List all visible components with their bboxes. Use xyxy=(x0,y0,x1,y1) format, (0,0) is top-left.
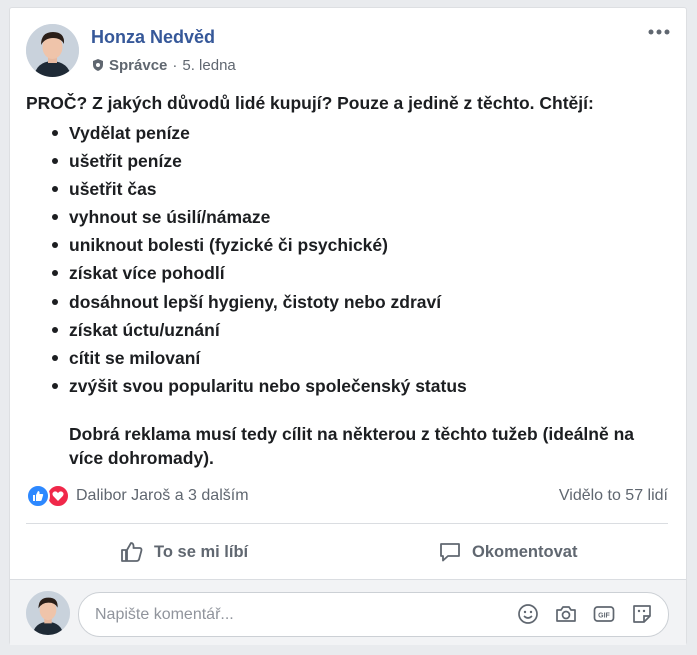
comment-button[interactable]: Okomentovat xyxy=(438,534,577,570)
more-options-button[interactable] xyxy=(646,22,672,42)
reactions-people[interactable]: Dalibor Jaroš a 3 dalším xyxy=(76,487,249,505)
like-icon xyxy=(26,484,50,508)
list-item: uniknout bolesti (fyzické či psychické) xyxy=(52,231,676,259)
comment-composer: GIF xyxy=(10,579,686,645)
gif-icon[interactable]: GIF xyxy=(592,602,616,626)
commenter-avatar[interactable] xyxy=(26,591,70,635)
post-text: PROČ? Z jakých důvodů lidé kupují? Pouze… xyxy=(26,91,676,470)
post-meta: Správce · 5. ledna xyxy=(91,55,236,75)
list-item: získat úctu/uznání xyxy=(52,316,676,344)
comment-input[interactable] xyxy=(95,593,495,636)
author-name[interactable]: Honza Nedvěd xyxy=(91,27,215,48)
camera-icon[interactable] xyxy=(554,602,578,626)
post-date[interactable]: 5. ledna xyxy=(182,57,235,74)
role-label[interactable]: Správce xyxy=(109,57,167,74)
list-item: cítit se milovaní xyxy=(52,344,676,372)
emoji-icon[interactable] xyxy=(516,602,540,626)
reasons-list: Vydělat peníze ušetřit peníze ušetřit ča… xyxy=(26,119,676,400)
sticker-icon[interactable] xyxy=(630,602,654,626)
more-icon xyxy=(648,29,670,35)
shield-icon xyxy=(93,59,103,71)
seen-count[interactable]: Vidělo to 57 lidí xyxy=(559,482,668,510)
comment-tools: GIF xyxy=(516,602,654,626)
comment-icon xyxy=(440,543,460,562)
list-item: získat více pohodlí xyxy=(52,259,676,287)
divider xyxy=(26,523,668,524)
post-intro: PROČ? Z jakých důvodů lidé kupují? Pouze… xyxy=(26,93,594,113)
author-avatar[interactable] xyxy=(26,24,79,77)
post-card: Honza Nedvěd Správce · 5. ledna PROČ? Z … xyxy=(9,7,687,645)
like-button[interactable]: To se mi líbí xyxy=(120,534,248,570)
list-item: Vydělat peníze xyxy=(52,119,676,147)
thumbs-up-icon xyxy=(121,542,143,562)
comment-label: Okomentovat xyxy=(472,542,578,561)
list-item: dosáhnout lepší hygieny, čistoty nebo zd… xyxy=(52,288,676,316)
post-closing: Dobrá reklama musí tedy cílit na některo… xyxy=(69,423,634,468)
list-item: vyhnout se úsilí/námaze xyxy=(52,203,676,231)
list-item: ušetřit čas xyxy=(52,175,676,203)
svg-text:GIF: GIF xyxy=(598,613,610,620)
comment-box: GIF xyxy=(78,592,669,637)
list-item: ušetřit peníze xyxy=(52,147,676,175)
reactions-summary[interactable]: Dalibor Jaroš a 3 dalším xyxy=(26,482,249,510)
like-label: To se mi líbí xyxy=(154,542,249,561)
reaction-icons xyxy=(26,484,70,508)
meta-separator: · xyxy=(172,56,178,74)
list-item: zvýšit svou popularitu nebo společenský … xyxy=(52,372,676,400)
